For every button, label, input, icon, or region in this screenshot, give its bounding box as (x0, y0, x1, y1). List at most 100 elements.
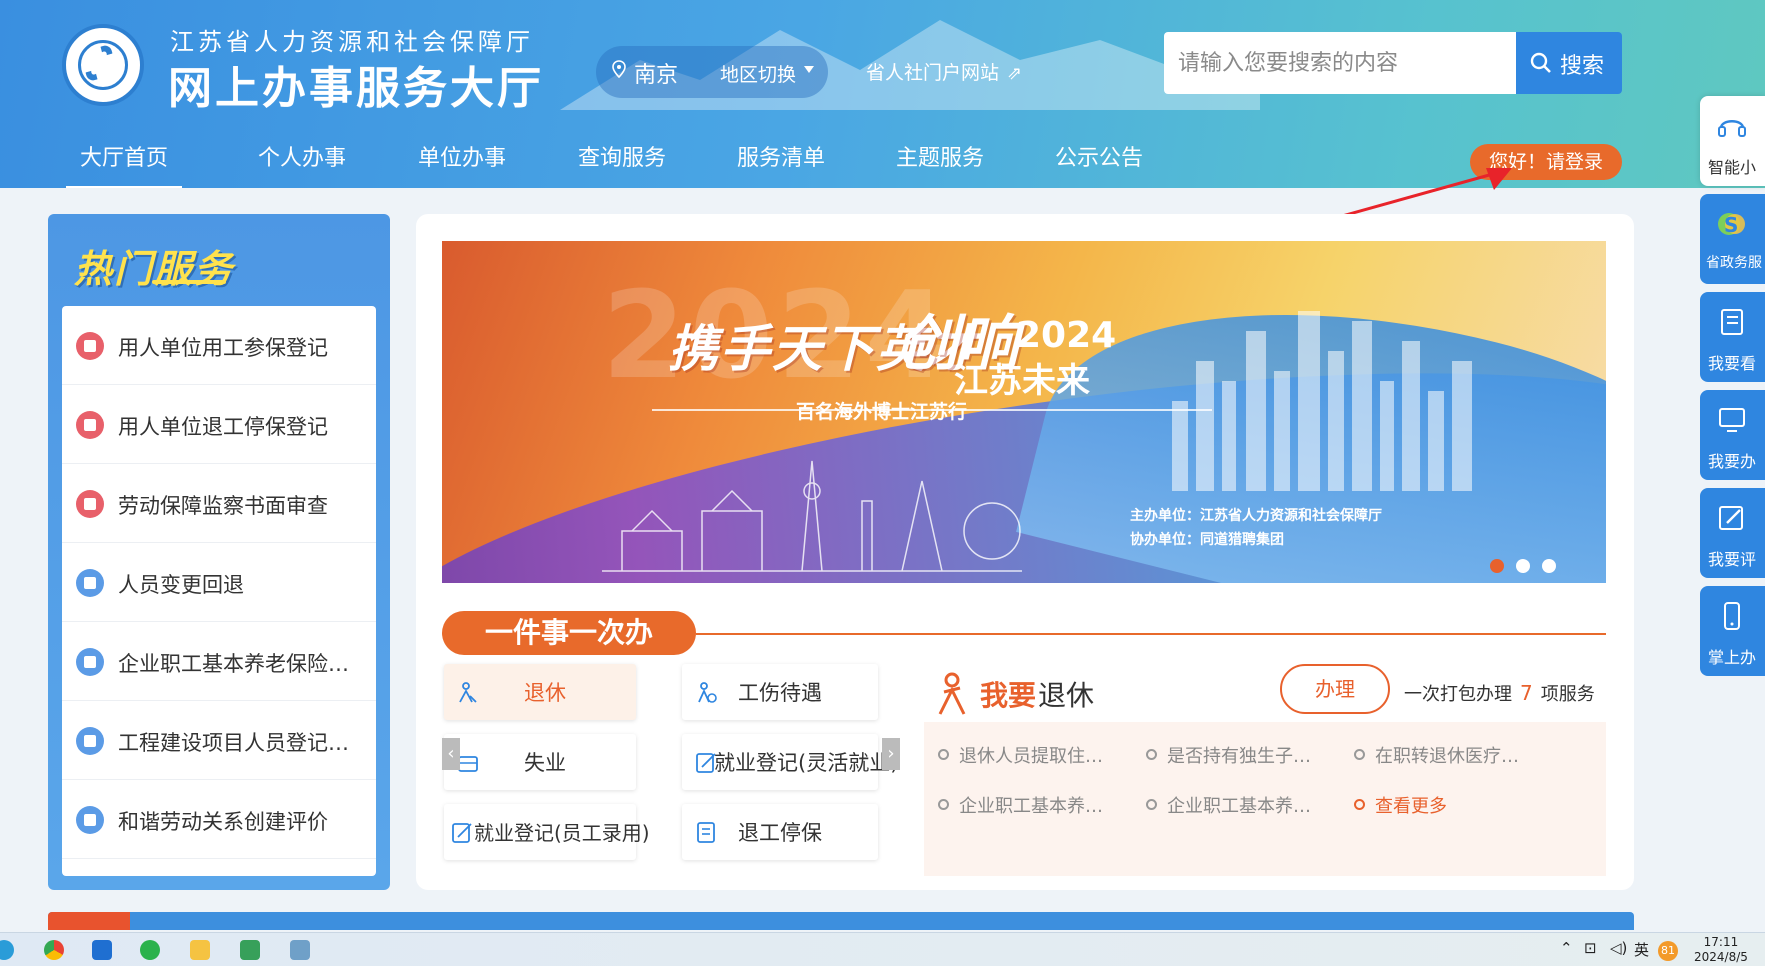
float-mobile-label: 掌上办 (1708, 648, 1757, 667)
service-retire[interactable]: 退休 (444, 664, 636, 720)
nav-service-list[interactable]: 服务清单 (737, 140, 825, 172)
current-city: 南京 (634, 63, 679, 88)
search-box (1164, 32, 1516, 94)
banner-host: 主办单位：江苏省人力资源和社会保障厅 (1130, 508, 1382, 524)
retire-link[interactable]: 在职转退休医疗… (1354, 742, 1519, 768)
service-stop-insurance[interactable]: 退工停保 (682, 804, 878, 860)
float-mobile[interactable]: 掌上办 (1700, 586, 1765, 676)
float-do-label: 我要办 (1708, 452, 1757, 471)
taskbar: ⌃ ⊡ ◁) 英 81 17:11 2024/8/5 (0, 932, 1765, 966)
system-clock[interactable]: 17:11 2024/8/5 (1694, 935, 1748, 965)
main-card: 2024 携手天下英才 创响 2024 江苏未来 百名海外博士江苏行 主办单位：… (416, 214, 1634, 890)
retire-link[interactable]: 企业职工基本养… (1146, 792, 1311, 818)
next-arrow-icon[interactable]: › (882, 738, 900, 770)
hot-service-label: 用人单位用工参保登记 (118, 336, 328, 360)
prev-arrow-icon[interactable]: ‹ (442, 738, 460, 770)
service-form-icon (76, 727, 104, 755)
search-input[interactable] (1164, 32, 1494, 94)
portal-link-label: 省人社门户网站 (866, 62, 1000, 84)
retire-link[interactable]: 是否持有独生子… (1146, 742, 1311, 768)
package-info: 一次打包办理 7 项服务 (1404, 680, 1595, 706)
region-switch-button[interactable]: 地区切换 (720, 60, 796, 87)
phone-icon (1724, 602, 1740, 630)
remote-desktop-icon[interactable] (240, 940, 260, 960)
float-view[interactable]: 我要看 (1700, 292, 1765, 382)
service-form-icon (76, 332, 104, 360)
float-gov-service-label: 省政务服 (1706, 255, 1762, 271)
package-prefix: 一次打包办理 (1404, 684, 1512, 705)
search-button[interactable]: 搜索 (1516, 32, 1622, 94)
handle-button[interactable]: 办理 (1280, 664, 1390, 714)
nav-query[interactable]: 查询服务 (578, 140, 666, 172)
float-gov-service[interactable]: S 省政务服 (1700, 194, 1765, 284)
service-form-icon (76, 490, 104, 518)
caret-down-icon (804, 66, 814, 73)
portal-link[interactable]: 省人社门户网站 ⇗ (866, 58, 1022, 85)
headset-icon (1718, 120, 1746, 137)
float-view-label: 我要看 (1708, 354, 1757, 373)
svg-text:S: S (1724, 213, 1738, 237)
hot-services-title-text: 热门服务 (74, 247, 235, 291)
service-injury[interactable]: 工伤待遇 (682, 664, 878, 720)
float-do[interactable]: 我要办 (1700, 390, 1765, 480)
nav-home[interactable]: 大厅首页 (65, 140, 183, 188)
tray-chevron-icon[interactable]: ⌃ (1560, 939, 1573, 957)
service-label: 工伤待遇 (738, 681, 822, 705)
wechat-icon[interactable] (140, 940, 160, 960)
monitor-icon (1719, 408, 1745, 432)
retire-title-highlight: 我要 (980, 679, 1037, 712)
stop-insurance-icon (697, 822, 715, 843)
hot-service-item[interactable]: 用人单位退工停保登记 (62, 385, 376, 464)
clock-date: 2024/8/5 (1694, 950, 1748, 964)
float-assistant[interactable]: 智能小 (1700, 96, 1765, 186)
ime-indicator[interactable]: 英 (1634, 939, 1649, 960)
hot-service-item[interactable]: 和谐劳动关系创建评价 (62, 780, 376, 859)
hot-services-panel: 热门服务 用人单位用工参保登记 用人单位退工停保登记 劳动保障监察书面审查 人员… (48, 214, 390, 890)
hot-service-label: 工程建设项目人员登记… (118, 731, 349, 755)
service-flexible-employment[interactable]: 就业登记(灵活就业) (682, 734, 898, 790)
hot-service-item[interactable]: 工程建设项目人员登记… (62, 701, 376, 780)
hot-service-item[interactable]: 用人单位用工参保登记 (62, 306, 376, 385)
retire-detail-panel: 我要 退休 办理 一次打包办理 7 项服务 退休人员提取住… 是否持有独生子… 在职… (924, 660, 1606, 876)
notes-app-icon[interactable] (290, 940, 310, 960)
folder-icon[interactable] (190, 940, 210, 960)
carousel-dot-active[interactable] (1490, 559, 1504, 573)
service-employee-hire[interactable]: 就业登记(员工录用) (444, 804, 650, 860)
promo-banner[interactable]: 2024 携手天下英才 创响 2024 江苏未来 百名海外博士江苏行 主办单位：… (442, 241, 1606, 583)
carousel-dot[interactable] (1542, 559, 1556, 573)
hot-service-item[interactable]: 人员变更回退 (62, 543, 376, 622)
nav-theme[interactable]: 主题服务 (896, 140, 984, 172)
nav-announcements[interactable]: 公示公告 (1055, 140, 1143, 172)
title-underline (152, 280, 226, 284)
hot-service-item[interactable]: 劳动保障监察书面审查 (62, 464, 376, 543)
network-icon[interactable]: ⊡ (1584, 939, 1597, 957)
volume-icon[interactable]: ◁) (1610, 939, 1627, 957)
retire-link[interactable]: 企业职工基本养… (938, 792, 1103, 818)
app-icon[interactable] (92, 940, 112, 960)
nav-personal[interactable]: 个人办事 (258, 140, 346, 172)
search-button-label: 搜索 (1560, 54, 1605, 79)
banner-year: 2024 (1016, 315, 1117, 356)
hot-service-item[interactable]: 企业职工基本养老保险… (62, 622, 376, 701)
float-rate[interactable]: 我要评 (1700, 488, 1765, 578)
service-unemployment[interactable]: 失业 (444, 734, 636, 790)
hot-service-label: 用人单位退工停保登记 (118, 415, 328, 439)
book-icon (1721, 309, 1743, 335)
chrome-browser-icon[interactable] (44, 940, 64, 960)
service-form-icon (76, 569, 104, 597)
carousel-dot[interactable] (1516, 559, 1530, 573)
edit-icon (1719, 506, 1743, 530)
js-logo-icon: S (1718, 213, 1745, 237)
one-thing-title: 一件事一次办 (442, 611, 696, 655)
view-more-link[interactable]: 查看更多 (1354, 792, 1447, 818)
region-selector[interactable]: 南京 地区切换 (596, 46, 828, 98)
ministry-logo[interactable] (62, 24, 144, 106)
float-rate-label: 我要评 (1708, 550, 1757, 569)
nav-company[interactable]: 单位办事 (418, 140, 506, 172)
notification-badge[interactable]: 81 (1658, 941, 1678, 961)
landmark-graphic (602, 460, 1022, 572)
banner-cohost: 协办单位：同道猎聘集团 (1130, 532, 1284, 548)
edge-browser-icon[interactable] (0, 940, 14, 960)
retire-link[interactable]: 退休人员提取住… (938, 742, 1103, 768)
injury-icon (698, 682, 717, 703)
